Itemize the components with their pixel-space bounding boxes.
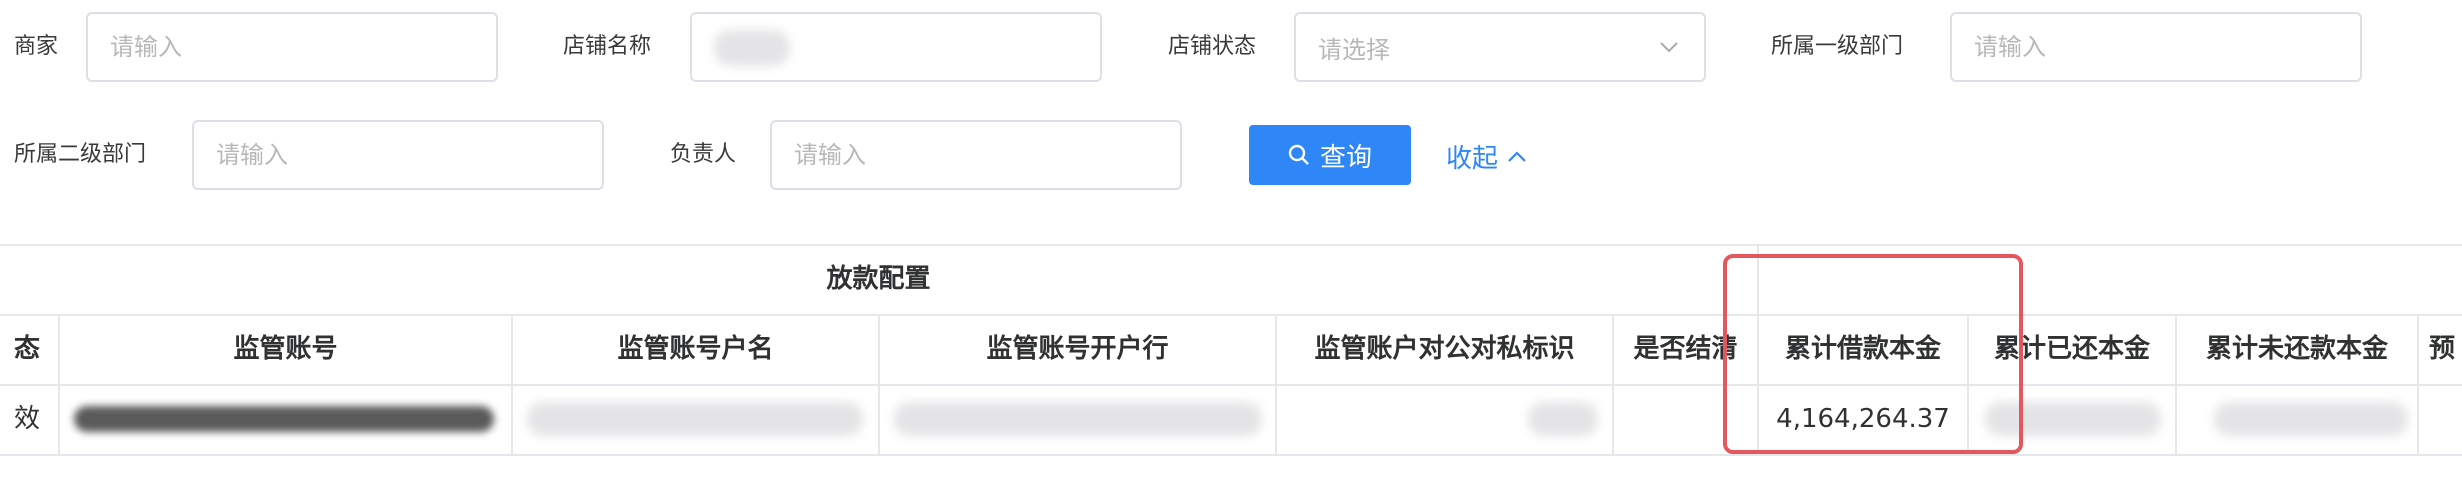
store-status-label: 店铺状态 <box>1168 34 1257 59</box>
cell-status: 效 <box>14 404 41 434</box>
store-name-label: 店铺名称 <box>563 34 652 59</box>
owner-label: 负责人 <box>670 142 737 167</box>
dept-level1-label: 所属一级部门 <box>1771 34 1904 59</box>
dept-level2-input[interactable] <box>192 120 604 190</box>
chevron-down-icon <box>1660 42 1678 53</box>
col-header-unpaid-principal: 累计未还款本金 <box>2205 334 2388 364</box>
col-header-account-bank: 监管账号开户行 <box>986 334 1169 364</box>
chevron-up-icon <box>1508 150 1526 162</box>
table-group-divider <box>0 314 2462 316</box>
table-bottom-border <box>0 454 2462 456</box>
search-icon <box>1288 144 1309 165</box>
dept-level2-label: 所属二级部门 <box>14 142 147 167</box>
col-header-account-type: 监管账户对公对私标识 <box>1314 334 1575 364</box>
store-status-placeholder: 请选择 <box>1318 35 1390 64</box>
col-header-next: 预 <box>2429 334 2456 364</box>
query-button-label: 查询 <box>1319 142 1372 173</box>
collapse-link-label: 收起 <box>1446 144 1499 174</box>
cell-account-redacted <box>74 406 494 432</box>
collapse-link[interactable]: 收起 <box>1446 138 1528 175</box>
merchant-input[interactable] <box>86 12 498 82</box>
dept-level2-input-field[interactable] <box>216 122 602 188</box>
col-header-account-name: 监管账号户名 <box>617 334 774 364</box>
group-header-loan-config: 放款配置 <box>826 264 931 294</box>
query-button[interactable]: 查询 <box>1249 125 1411 185</box>
owner-input-field[interactable] <box>794 122 1180 188</box>
dept-level1-input[interactable] <box>1950 12 2362 82</box>
cell-account-name-redacted <box>527 402 863 436</box>
highlight-box <box>1723 254 2023 454</box>
store-status-select[interactable]: 请选择 <box>1294 12 1706 82</box>
owner-input[interactable] <box>770 120 1182 190</box>
table-top-border <box>0 244 2462 246</box>
merchant-input-field[interactable] <box>110 14 496 80</box>
cell-account-type-redacted <box>1528 402 1598 436</box>
merchant-label: 商家 <box>14 34 59 59</box>
store-name-redacted <box>714 30 790 66</box>
cell-account-bank-redacted <box>894 402 1262 436</box>
col-header-account: 监管账号 <box>233 334 338 364</box>
table-header-divider <box>0 384 2462 386</box>
cell-unpaid-principal-redacted <box>2214 402 2408 436</box>
dept-level1-input-field[interactable] <box>1974 14 2360 80</box>
store-name-input[interactable] <box>690 12 1102 82</box>
